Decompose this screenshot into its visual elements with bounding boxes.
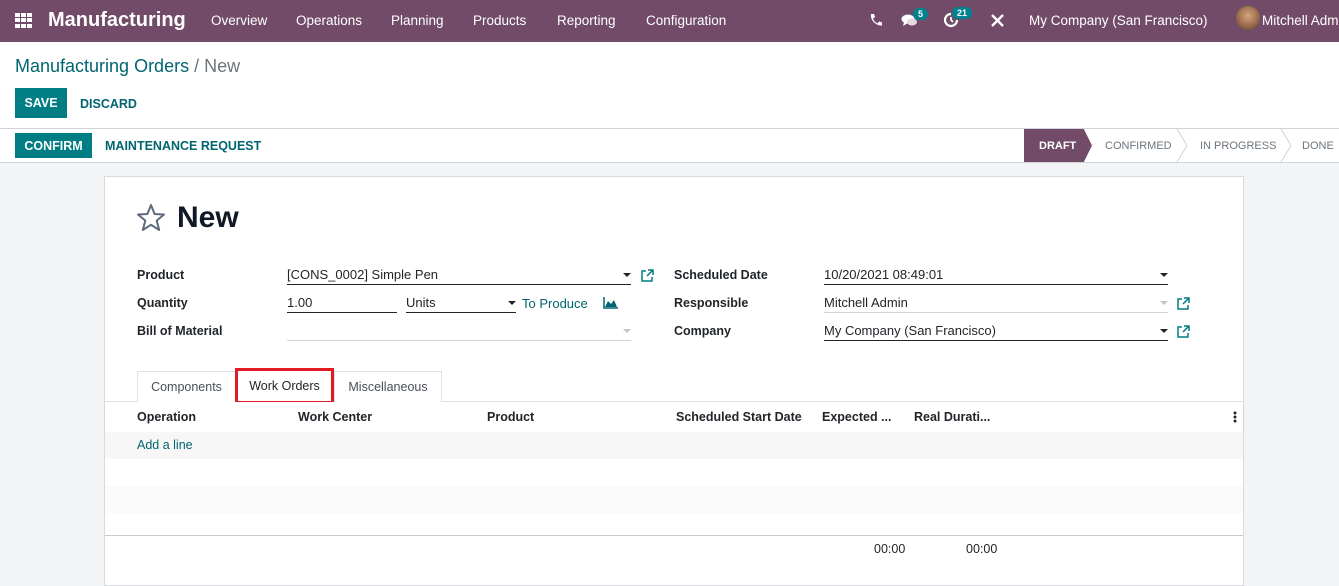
product-field[interactable]: [CONS_0002] Simple Pen <box>287 265 631 285</box>
empty-row <box>105 513 1243 535</box>
star-icon[interactable] <box>135 202 167 234</box>
scheduled-date-value: 10/20/2021 08:49:01 <box>824 267 944 282</box>
activities-badge: 21 <box>952 7 973 19</box>
record-title: New <box>177 201 239 234</box>
responsible-field[interactable]: Mitchell Admin <box>824 293 1168 313</box>
bom-field[interactable] <box>287 321 631 341</box>
uom-select[interactable]: Units <box>406 293 516 313</box>
total-expected-duration: 00:00 <box>874 542 906 556</box>
stage-done[interactable]: DONE <box>1302 129 1334 162</box>
confirm-button[interactable]: CONFIRM <box>15 133 92 158</box>
forecast-chart-icon[interactable] <box>603 297 618 309</box>
scheduled-date-field[interactable]: 10/20/2021 08:49:01 <box>824 265 1168 285</box>
menu-reporting[interactable]: Reporting <box>557 13 616 28</box>
company-field[interactable]: My Company (San Francisco) <box>824 321 1168 341</box>
product-dropdown-icon[interactable] <box>623 273 631 277</box>
app-name[interactable]: Manufacturing <box>48 9 186 32</box>
quantity-label: Quantity <box>137 296 188 310</box>
user-avatar[interactable] <box>1236 6 1260 30</box>
phone-icon[interactable] <box>869 13 882 27</box>
breadcrumb-current: New <box>204 56 241 76</box>
to-produce-label: To Produce <box>522 296 588 311</box>
add-line-link[interactable]: Add a line <box>137 438 193 452</box>
responsible-value: Mitchell Admin <box>824 295 908 310</box>
stage-in-progress[interactable]: IN PROGRESS <box>1200 129 1276 162</box>
external-link-icon[interactable] <box>1176 297 1190 311</box>
user-menu[interactable]: Mitchell Adm <box>1262 13 1339 28</box>
bom-label: Bill of Material <box>137 324 223 338</box>
tab-components[interactable]: Components <box>137 371 236 402</box>
tab-miscellaneous[interactable]: Miscellaneous <box>334 371 442 402</box>
status-bar: CONFIRM MAINTENANCE REQUEST DRAFT CONFIR… <box>0 129 1339 163</box>
stage-chevron-icon <box>1176 129 1188 162</box>
column-real-duration[interactable]: Real Durati... <box>914 410 990 424</box>
menu-overview[interactable]: Overview <box>211 13 267 28</box>
discard-button[interactable]: DISCARD <box>80 97 137 111</box>
breadcrumb-parent[interactable]: Manufacturing Orders <box>15 56 189 76</box>
tools-icon[interactable] <box>990 13 1005 28</box>
empty-row <box>105 486 1243 513</box>
external-link-icon[interactable] <box>640 269 654 283</box>
menu-operations[interactable]: Operations <box>296 13 362 28</box>
company-switcher[interactable]: My Company (San Francisco) <box>1029 13 1208 28</box>
notebook-tabs: Components Work Orders Miscellaneous <box>105 368 1243 404</box>
uom-dropdown-icon[interactable] <box>508 301 516 305</box>
product-label: Product <box>137 268 185 282</box>
bom-dropdown-icon[interactable] <box>623 329 631 333</box>
stage-chevron-icon <box>1280 129 1292 162</box>
save-button[interactable]: SAVE <box>15 88 67 118</box>
column-operation[interactable]: Operation <box>137 410 196 424</box>
control-panel: Manufacturing Orders / New SAVE DISCARD <box>0 42 1339 129</box>
column-expected-duration[interactable]: Expected ... <box>822 410 891 424</box>
apps-menu-icon[interactable] <box>15 13 32 28</box>
empty-row <box>105 459 1243 486</box>
optional-columns-icon[interactable] <box>1233 411 1237 423</box>
menu-planning[interactable]: Planning <box>391 13 444 28</box>
stage-draft[interactable]: DRAFT <box>1024 129 1092 162</box>
column-product[interactable]: Product <box>487 410 534 424</box>
total-real-duration: 00:00 <box>966 542 998 556</box>
work-orders-table-header: Operation Work Center Product Scheduled … <box>105 402 1243 432</box>
title-row: New <box>135 201 239 235</box>
company-label: Company <box>674 324 731 338</box>
top-navbar: Manufacturing Overview Operations Planni… <box>0 0 1339 42</box>
menu-configuration[interactable]: Configuration <box>646 13 726 28</box>
messages-badge: 5 <box>913 8 929 20</box>
product-value: [CONS_0002] Simple Pen <box>287 267 439 282</box>
work-orders-table-footer: 00:00 00:00 <box>105 535 1243 575</box>
date-dropdown-icon[interactable] <box>1160 273 1168 277</box>
external-link-icon[interactable] <box>1176 325 1190 339</box>
maintenance-request-button[interactable]: MAINTENANCE REQUEST <box>105 139 261 153</box>
company-value: My Company (San Francisco) <box>824 323 996 338</box>
uom-value: Units <box>406 295 436 310</box>
tab-work-orders[interactable]: Work Orders <box>235 368 334 404</box>
form-sheet: New Product [CONS_0002] Simple Pen Quant… <box>104 176 1244 586</box>
company-dropdown-icon[interactable] <box>1160 329 1168 333</box>
quantity-input[interactable]: 1.00 <box>287 293 397 313</box>
stage-confirmed[interactable]: CONFIRMED <box>1105 129 1172 162</box>
responsible-dropdown-icon[interactable] <box>1160 301 1168 305</box>
scheduled-date-label: Scheduled Date <box>674 268 768 282</box>
add-line-row: Add a line <box>105 432 1243 459</box>
menu-products[interactable]: Products <box>473 13 526 28</box>
quantity-value: 1.00 <box>287 295 313 310</box>
responsible-label: Responsible <box>674 296 749 310</box>
breadcrumb: Manufacturing Orders / New <box>15 56 240 77</box>
breadcrumb-separator: / <box>194 56 200 76</box>
column-work-center[interactable]: Work Center <box>298 410 372 424</box>
column-scheduled-start-date[interactable]: Scheduled Start Date <box>676 410 802 424</box>
